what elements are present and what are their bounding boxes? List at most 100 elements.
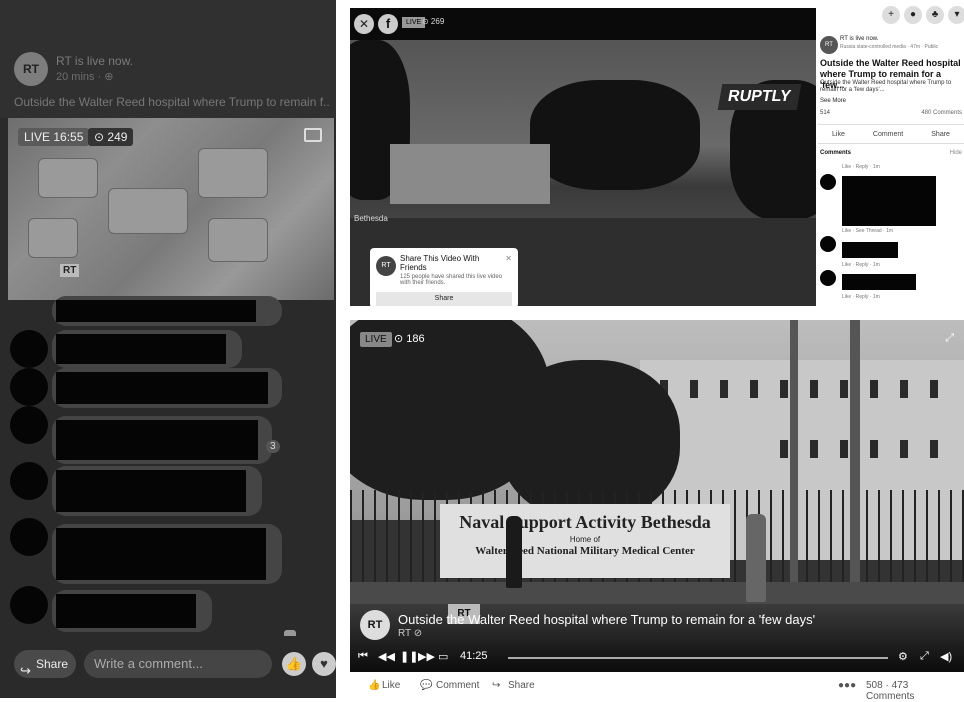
wall-stone: [208, 218, 268, 262]
window: [840, 440, 848, 458]
progress-bar[interactable]: [508, 657, 888, 659]
notifications-icon[interactable]: ♣: [926, 6, 944, 24]
rewind-icon[interactable]: ◀◀: [378, 650, 395, 663]
location-tag: Bethesda: [354, 214, 388, 223]
forward-icon[interactable]: ▶▶: [418, 650, 435, 663]
mobile-live-view: RT RT is live now. 20 mins · ⊕ Outside t…: [0, 0, 336, 698]
video-topbar: ✕ f LIVE ⊙ 269: [350, 8, 816, 40]
plus-icon[interactable]: +: [882, 6, 900, 24]
like-button[interactable]: Like: [832, 131, 845, 138]
avatar[interactable]: [10, 406, 48, 444]
window: [900, 440, 908, 458]
window: [780, 440, 788, 458]
redaction: [842, 274, 916, 290]
bottom-bar: ↪ Share Write a comment... 👍 ♥: [0, 636, 336, 698]
avatar[interactable]: [10, 462, 48, 500]
hide-link[interactable]: Hide: [950, 150, 962, 156]
live-video[interactable]: Naval Support Activity Bethesda Home of …: [350, 320, 964, 672]
redaction: [842, 176, 936, 226]
wall-stone: [28, 218, 78, 258]
channel-avatar[interactable]: RT: [360, 610, 390, 640]
post-actions: Like Comment Share: [818, 124, 964, 144]
live-video[interactable]: ✕ f LIVE ⊙ 269 RUPTLY Bethesda RT Share …: [350, 8, 816, 306]
avatar[interactable]: [10, 586, 48, 624]
gear-icon[interactable]: ⚙: [898, 650, 908, 663]
window: [810, 440, 818, 458]
like-icon: 👍: [368, 680, 381, 691]
avatar[interactable]: [10, 330, 48, 368]
comment-meta[interactable]: Like · See Thread · 1m: [842, 228, 893, 234]
popup-subtitle: 125 people have shared this live video w…: [400, 274, 503, 286]
like-reaction-icon[interactable]: 👍: [282, 652, 306, 676]
wall-stone: [108, 188, 188, 234]
comment-button[interactable]: Comment: [873, 131, 903, 138]
avatar[interactable]: RT: [820, 36, 838, 54]
see-more-link[interactable]: See More: [820, 98, 846, 104]
pause-icon[interactable]: ❚❚: [400, 650, 418, 663]
tree: [530, 80, 700, 190]
popup-share-button[interactable]: Share: [376, 292, 512, 306]
rt-watermark: RT: [60, 264, 80, 277]
share-icon: ↪: [20, 663, 31, 678]
heart-reaction-icon[interactable]: ♥: [312, 652, 336, 676]
chevron-down-icon[interactable]: ▾: [948, 6, 964, 24]
close-icon[interactable]: ✕: [354, 14, 374, 34]
comment-bubble: [52, 330, 242, 368]
avatar[interactable]: [820, 236, 836, 252]
redaction: [56, 594, 196, 628]
expand-icon[interactable]: ⤢: [945, 332, 954, 345]
skip-back-icon[interactable]: ⏮: [358, 650, 368, 663]
viewer-count: ⊙ 249: [88, 128, 134, 146]
comments-count[interactable]: 480 Comments: [921, 110, 962, 116]
comment-meta[interactable]: Like · Reply · 1m: [842, 164, 880, 170]
channel-name[interactable]: RT ⊘: [398, 628, 422, 639]
pole: [790, 320, 798, 582]
volume-icon[interactable]: ◀): [940, 650, 952, 663]
share-button[interactable]: Share: [508, 680, 535, 691]
avatar[interactable]: [10, 368, 48, 406]
avatar[interactable]: [820, 270, 836, 286]
cast-icon[interactable]: [304, 128, 322, 142]
avatar: RT: [376, 256, 396, 276]
list-item: [10, 368, 282, 408]
comment-bubble: [52, 368, 282, 408]
window: [840, 380, 848, 398]
post-caption: Outside the Walter Reed hospital where T…: [14, 95, 330, 109]
video-title: Outside the Walter Reed hospital where T…: [398, 612, 816, 627]
window: [870, 380, 878, 398]
reaction-count[interactable]: 514: [820, 110, 830, 116]
share-button[interactable]: ↪ Share: [14, 650, 76, 678]
avatar[interactable]: [10, 518, 48, 556]
like-button[interactable]: Like: [382, 680, 400, 691]
window: [810, 380, 818, 398]
player-controls: ⏮ ◀◀ ❚❚ ▶▶ ▭ 41:25 ⚙ ⤢ ◀): [358, 650, 958, 666]
sign-title: Naval Support Activity Bethesda: [459, 512, 711, 532]
channel-avatar[interactable]: RT: [14, 52, 48, 86]
wall-stone: [38, 158, 98, 198]
captions-icon[interactable]: ▭: [438, 650, 448, 663]
facebook-icon[interactable]: f: [378, 14, 398, 34]
list-item: [10, 406, 272, 464]
sign-line: Walter Reed National Military Medical Ce…: [475, 545, 695, 557]
list-item: [10, 518, 282, 584]
redaction: [842, 242, 898, 258]
comment-button[interactable]: Comment: [436, 680, 479, 691]
viewer-count: ⊙ 269: [422, 17, 445, 26]
comment-meta[interactable]: Like · Reply · 1m: [842, 262, 880, 268]
share-button[interactable]: Share: [931, 131, 950, 138]
live-video[interactable]: LIVE 16:55 ⊙ 249 RT: [8, 118, 334, 300]
close-icon[interactable]: ✕: [505, 254, 512, 263]
comment-meta[interactable]: Like · Reply · 1m: [842, 294, 880, 300]
sign-subtitle: Home of: [569, 535, 601, 544]
list-item: [10, 462, 262, 516]
desktop-video-player: Naval Support Activity Bethesda Home of …: [350, 320, 964, 702]
messenger-icon[interactable]: ●: [904, 6, 922, 24]
comment-input[interactable]: Write a comment...: [84, 650, 272, 678]
redaction: [56, 300, 256, 322]
post-stats[interactable]: 508 · 473 Comments: [866, 680, 958, 702]
fullscreen-icon[interactable]: ⤢: [920, 650, 929, 663]
avatar[interactable]: [820, 174, 836, 190]
redaction: [56, 334, 226, 364]
window: [930, 440, 938, 458]
window: [900, 380, 908, 398]
